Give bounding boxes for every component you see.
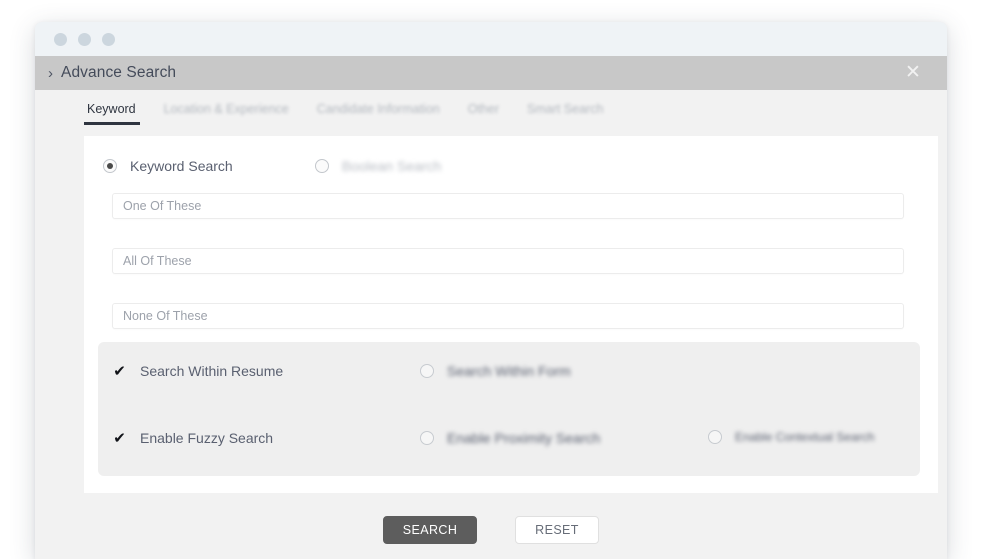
check-icon[interactable]: ✔ — [112, 364, 127, 379]
unchecked-circle-icon[interactable] — [420, 364, 434, 378]
close-icon[interactable]: ✕ — [903, 63, 923, 83]
chevron-right-icon: › — [48, 64, 53, 82]
window-dot-close-icon[interactable] — [54, 33, 67, 46]
checkbox-search-within-resume[interactable]: ✔ Search Within Resume — [112, 363, 283, 379]
window-dot-minimize-icon[interactable] — [78, 33, 91, 46]
checkbox-search-within-form-label: Search Within Form — [447, 363, 571, 379]
app-root: › Advance Search ✕ Keyword Location & Ex… — [0, 0, 984, 559]
checkbox-enable-proximity-search-label: Enable Proximity Search — [447, 430, 601, 446]
unchecked-circle-icon[interactable] — [420, 431, 434, 445]
tab-other[interactable]: Other — [454, 102, 513, 125]
action-button-row: SEARCH RESET — [35, 516, 947, 544]
checkbox-enable-contextual-search[interactable]: Enable Contextual Search — [708, 430, 874, 444]
radio-boolean-search-label: Boolean Search — [341, 158, 442, 174]
window-dot-maximize-icon[interactable] — [102, 33, 115, 46]
check-icon[interactable]: ✔ — [112, 431, 127, 446]
radio-boolean-search-icon[interactable] — [314, 159, 329, 173]
modal-header-bar: › Advance Search ✕ — [35, 56, 947, 90]
search-mode-radio-group: Keyword Search Boolean Search — [103, 158, 441, 174]
tab-keyword[interactable]: Keyword — [84, 102, 150, 125]
reset-button[interactable]: RESET — [515, 516, 599, 544]
browser-window: › Advance Search ✕ Keyword Location & Ex… — [35, 22, 947, 559]
all-of-these-input[interactable] — [112, 248, 904, 274]
radio-boolean-search[interactable]: Boolean Search — [314, 158, 442, 174]
radio-keyword-search-icon[interactable] — [103, 159, 117, 173]
window-controls — [54, 33, 115, 46]
window-titlebar — [35, 22, 947, 56]
checkbox-enable-proximity-search[interactable]: Enable Proximity Search — [420, 430, 600, 446]
one-of-these-input[interactable] — [112, 193, 904, 219]
tab-candidate-information[interactable]: Candidate Information — [303, 102, 454, 125]
keyword-search-card: Keyword Search Boolean Search ✔ Search W… — [84, 136, 938, 493]
unchecked-circle-icon[interactable] — [708, 430, 722, 444]
checkbox-enable-fuzzy-search-label: Enable Fuzzy Search — [140, 430, 274, 446]
tab-bar: Keyword Location & Experience Candidate … — [84, 102, 617, 125]
radio-keyword-search[interactable]: Keyword Search — [103, 158, 233, 174]
checkbox-search-within-form[interactable]: Search Within Form — [420, 363, 571, 379]
none-of-these-input[interactable] — [112, 303, 904, 329]
page-title: Advance Search — [61, 64, 177, 81]
search-options-panel: ✔ Search Within Resume Search Within For… — [98, 342, 920, 476]
tab-smart-search[interactable]: Smart Search — [513, 102, 617, 125]
radio-keyword-search-label: Keyword Search — [130, 158, 233, 174]
checkbox-enable-contextual-search-label: Enable Contextual Search — [735, 430, 875, 444]
search-button[interactable]: SEARCH — [383, 516, 477, 544]
checkbox-enable-fuzzy-search[interactable]: ✔ Enable Fuzzy Search — [112, 430, 273, 446]
checkbox-search-within-resume-label: Search Within Resume — [140, 363, 284, 379]
tab-location-and-experience[interactable]: Location & Experience — [150, 102, 303, 125]
breadcrumb: › Advance Search — [48, 64, 176, 82]
modal-body: Keyword Location & Experience Candidate … — [35, 90, 947, 559]
